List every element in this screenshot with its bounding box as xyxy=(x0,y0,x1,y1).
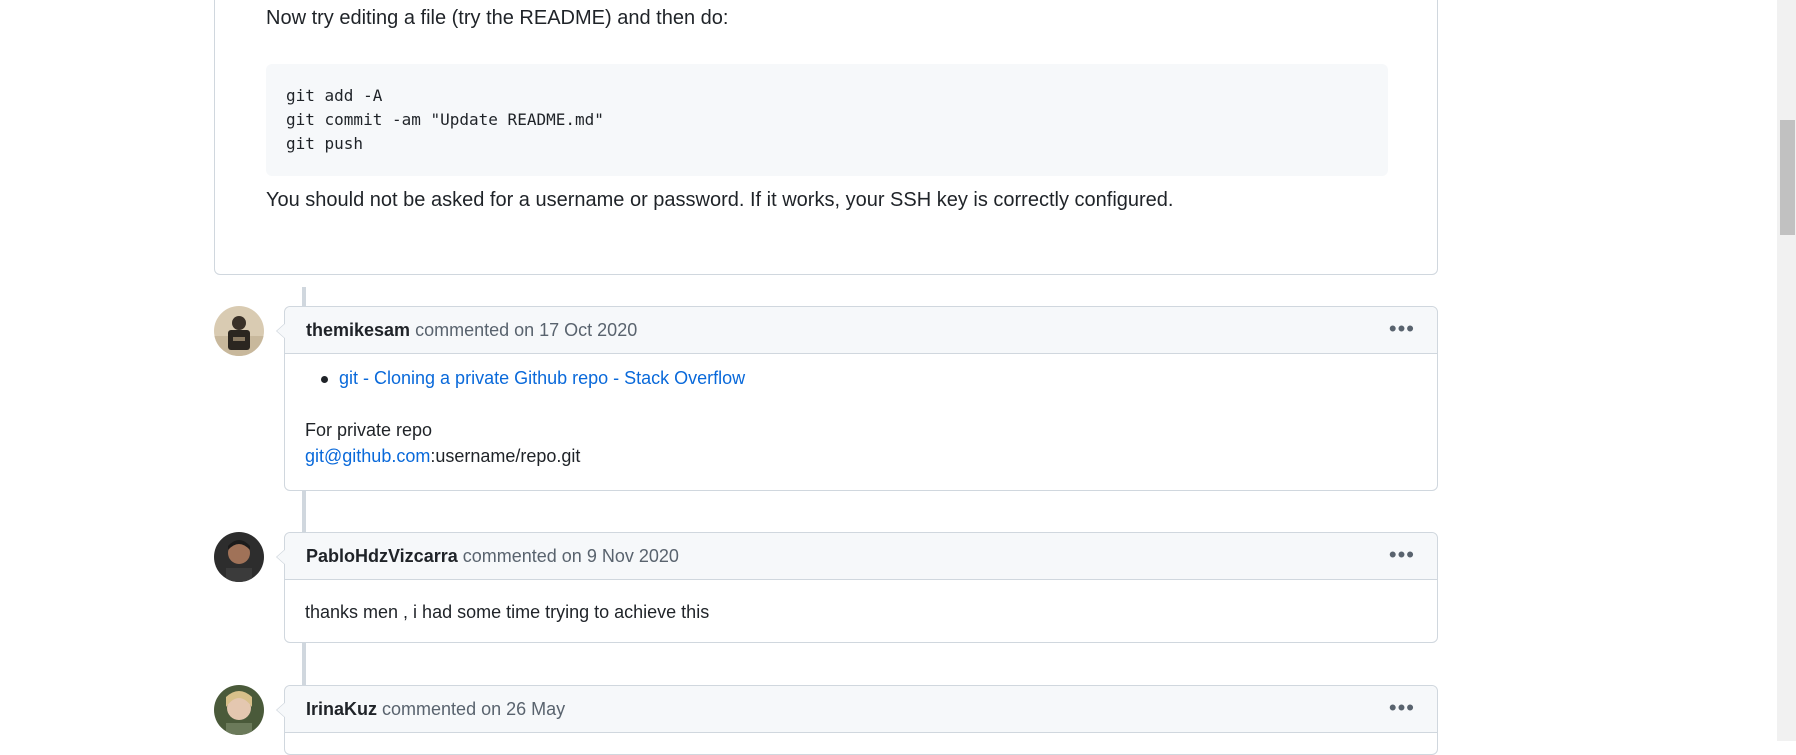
comment-card: PabloHdzVizcarra commented on 9 Nov 2020… xyxy=(276,532,1438,643)
comment-header: PabloHdzVizcarra commented on 9 Nov 2020… xyxy=(285,533,1437,580)
comment-timestamp[interactable]: commented on 17 Oct 2020 xyxy=(415,320,637,340)
avatar[interactable] xyxy=(214,685,264,735)
comment-body: thanks men , i had some time trying to a… xyxy=(285,580,1437,642)
comment-text: thanks men , i had some time trying to a… xyxy=(305,602,710,622)
comment-timestamp[interactable]: commented on 9 Nov 2020 xyxy=(463,546,679,566)
kebab-horizontal-icon[interactable]: ••• xyxy=(1389,318,1415,340)
timeline-connector xyxy=(302,491,306,532)
timeline-connector xyxy=(302,287,306,306)
email-link[interactable]: git@github.com xyxy=(305,446,430,466)
avatar[interactable] xyxy=(214,532,264,582)
code-line: git add -A xyxy=(286,86,383,105)
repo-path-text: :username/repo.git xyxy=(430,446,581,466)
comment-timestamp[interactable]: commented on 26 May xyxy=(382,699,565,719)
avatar-image xyxy=(214,306,264,356)
page-scrollbar[interactable] xyxy=(1777,0,1796,741)
gist-intro-text: Now try editing a file (try the README) … xyxy=(266,7,729,29)
comment-card: IrinaKuz commented on 26 May ••• xyxy=(276,685,1438,755)
comment-card: themikesam commented on 17 Oct 2020 ••• … xyxy=(276,306,1438,491)
comment-line: git@github.com:username/repo.git xyxy=(305,446,580,467)
comment-author[interactable]: IrinaKuz xyxy=(306,699,377,719)
gist-content-card: Now try editing a file (try the README) … xyxy=(214,0,1438,275)
comment-author[interactable]: themikesam xyxy=(306,320,410,340)
scrollbar-thumb[interactable] xyxy=(1780,120,1795,235)
kebab-horizontal-icon[interactable]: ••• xyxy=(1389,697,1415,719)
bullet-dot xyxy=(321,376,328,383)
avatar[interactable] xyxy=(214,306,264,356)
stackoverflow-link[interactable]: git - Cloning a private Github repo - St… xyxy=(339,368,745,389)
comment-header: IrinaKuz commented on 26 May ••• xyxy=(285,686,1437,733)
avatar-image xyxy=(214,532,264,582)
code-block: git add -A git commit -am "Update README… xyxy=(266,64,1388,176)
timeline-connector xyxy=(302,643,306,685)
comment-header: themikesam commented on 17 Oct 2020 ••• xyxy=(285,307,1437,354)
gist-outro-text: You should not be asked for a username o… xyxy=(266,189,1174,211)
comment-body: git - Cloning a private Github repo - St… xyxy=(285,354,1437,490)
code-line: git commit -am "Update README.md" xyxy=(286,110,604,129)
comment-author[interactable]: PabloHdzVizcarra xyxy=(306,546,458,566)
avatar-image xyxy=(214,685,264,735)
kebab-horizontal-icon[interactable]: ••• xyxy=(1389,544,1415,566)
comment-line: For private repo xyxy=(305,420,433,440)
code-line: git push xyxy=(286,134,364,153)
